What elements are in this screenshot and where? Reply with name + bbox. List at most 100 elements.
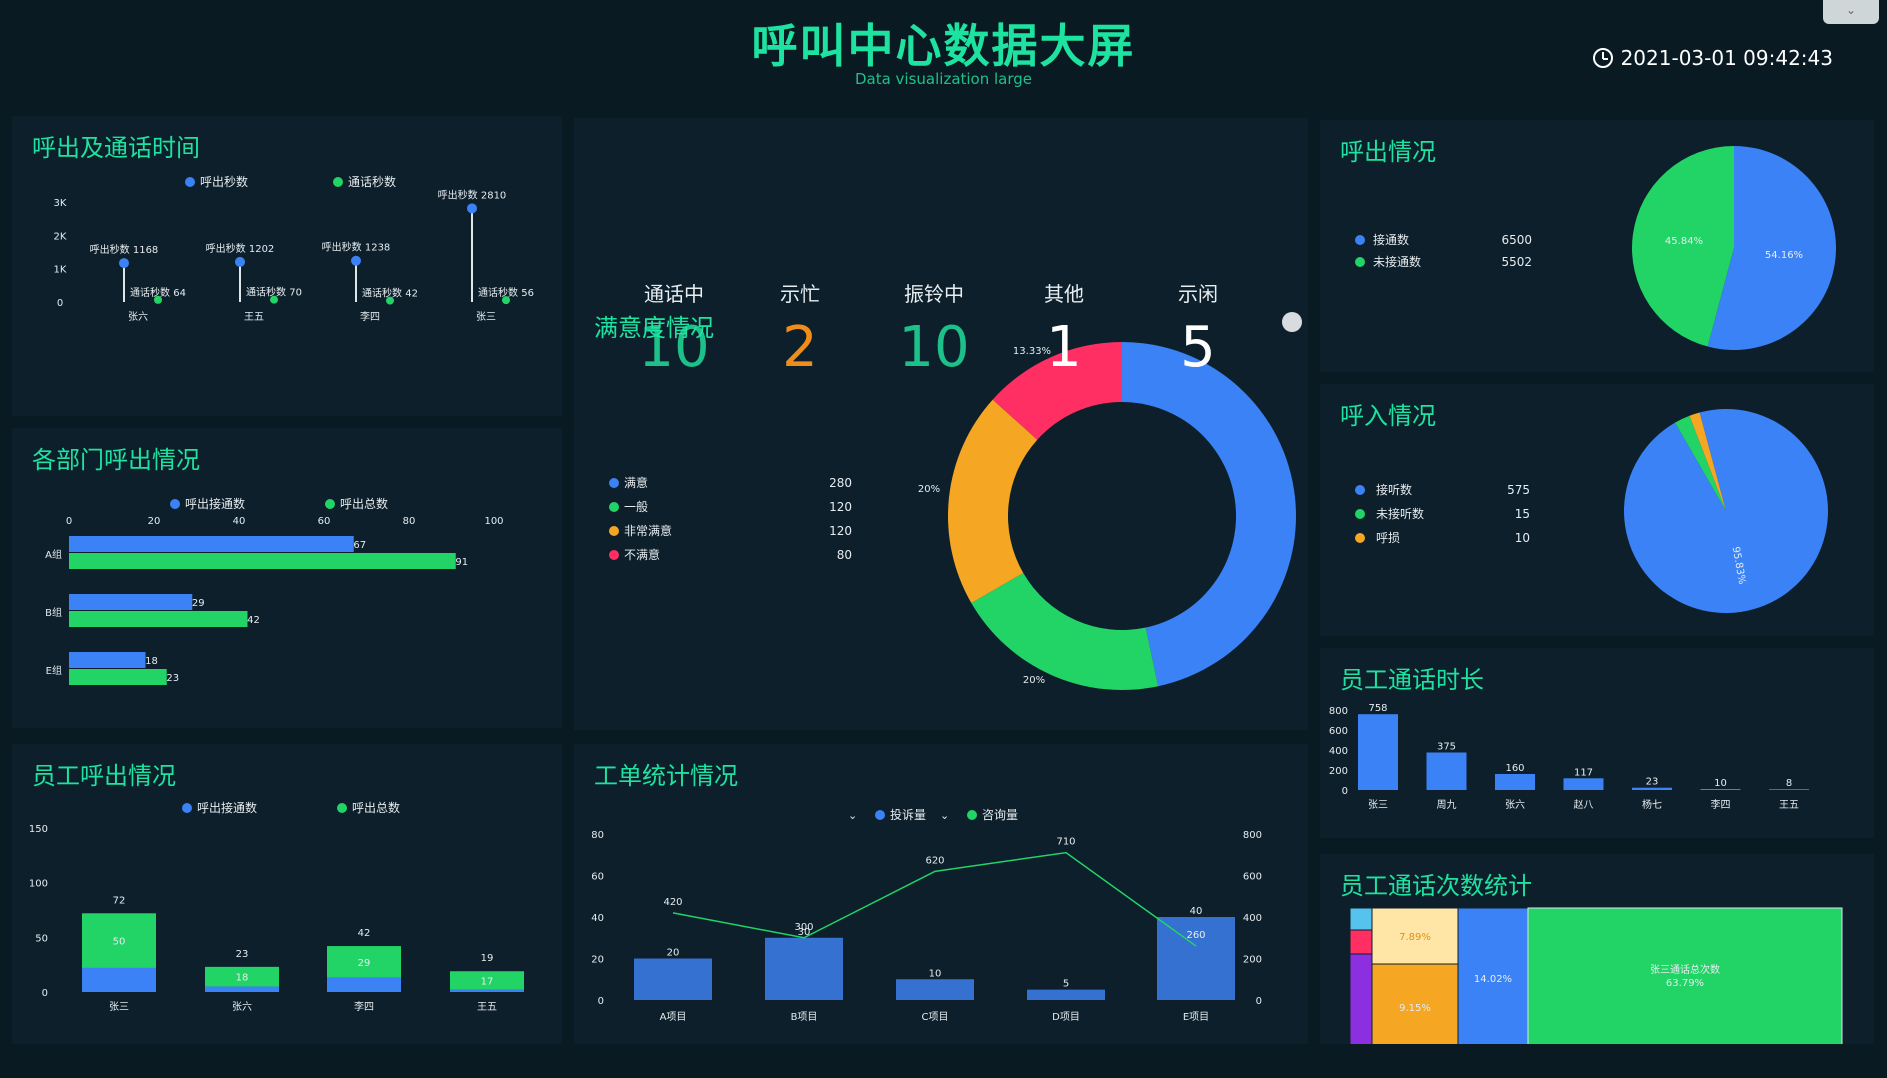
- chevron-down-icon: ⌄: [940, 809, 949, 822]
- data-label: 呼出秒数 1238: [322, 241, 391, 254]
- bar-complaints: [634, 958, 712, 1000]
- legend-label: 非常满意: [624, 523, 672, 538]
- legend-marker: [333, 177, 343, 187]
- y-tick-label: 0: [598, 996, 604, 1007]
- legend-value: 280: [829, 476, 852, 490]
- data-label: 420: [663, 897, 682, 908]
- collapse-toggle-button[interactable]: ⌄: [1823, 0, 1879, 24]
- donut-slice: [948, 399, 1038, 603]
- y-tick-label: 20: [591, 955, 604, 966]
- panel-dept: 各部门呼出情况 呼出接通数 呼出总数 0 20 40 60 80 100 67 91 A组 29 42 B…: [12, 428, 562, 728]
- treemap-label: 7.89%: [1399, 932, 1431, 943]
- treemap-cell: [1349, 929, 1373, 955]
- data-label: 呼出秒数 1168: [90, 243, 159, 256]
- data-label: 17: [481, 977, 494, 988]
- bar-connected: [205, 986, 279, 992]
- legend-value: 5502: [1501, 255, 1532, 269]
- x-tick-label: 张三: [109, 1001, 129, 1013]
- panel-tickets: 工单统计情况 ⌄ 投诉量 ⌄ 咨询量 0 20 40 60 80 0 200 400 600 800 20 A…: [574, 744, 1308, 1044]
- x-tick-label: E项目: [1183, 1011, 1209, 1023]
- toggle-knob-button[interactable]: [1282, 312, 1302, 332]
- lollipop-point: [235, 256, 245, 267]
- bar-connected: [82, 967, 156, 992]
- legend-value: 120: [829, 500, 852, 514]
- legend-label: 未接听数: [1376, 506, 1424, 521]
- y-tick-label: 50: [35, 933, 48, 944]
- legend-value: 10: [1515, 531, 1530, 545]
- x-tick-label: 20: [148, 516, 161, 527]
- panel-staff-out: 员工呼出情况 呼出接通数 呼出总数 0 50 100 150 50 72 张三 18 23 张六 29 4…: [12, 744, 562, 1044]
- legend-label: 呼出接通数: [185, 496, 245, 511]
- bar-connected: [327, 977, 401, 992]
- panel-title: 满意度情况: [594, 314, 714, 342]
- status-value: 1: [1046, 315, 1082, 380]
- total-label: 72: [113, 895, 126, 906]
- line-consult: [672, 851, 1197, 947]
- status-value: 5: [1180, 315, 1216, 380]
- data-label: 10: [929, 968, 942, 979]
- data-label: 呼出秒数 2810: [438, 188, 507, 201]
- y-tick-label: 200: [1329, 766, 1348, 777]
- y-tick-label: 2K: [54, 231, 67, 242]
- x-tick-label: C项目: [922, 1011, 949, 1023]
- donut-slice: [1122, 342, 1296, 687]
- bar-complaints: [765, 937, 843, 1000]
- panel-title: 员工呼出情况: [32, 762, 176, 790]
- bar-total: [69, 553, 456, 569]
- data-label: 通话秒数 56: [478, 286, 534, 299]
- y-tick-label: 40: [591, 913, 604, 924]
- y-tick-label: 800: [1329, 706, 1348, 717]
- data-label: 300: [794, 922, 813, 933]
- x-tick-label: 张六: [232, 1001, 252, 1013]
- legend-label: 未接通数: [1373, 254, 1421, 269]
- legend-label: 接听数: [1376, 482, 1412, 497]
- clock-icon: [1592, 48, 1613, 68]
- panel-inbound: 呼入情况 接听数 575 未接听数 15 呼损 10 95.83%: [1320, 384, 1874, 636]
- data-label: 18: [145, 656, 158, 667]
- treemap-label: 14.02%: [1474, 974, 1512, 985]
- y-tick-label: 0: [42, 988, 48, 999]
- slice-label: 45.84%: [1665, 236, 1703, 247]
- legend-value: 6500: [1501, 233, 1532, 247]
- total-label: 42: [358, 928, 371, 939]
- bar-complaints: [1027, 989, 1105, 1000]
- data-label: 呼出秒数 1202: [206, 242, 275, 255]
- data-label: 260: [1186, 930, 1205, 941]
- x-tick-label: 周九: [1437, 799, 1457, 811]
- status-card: 示闲 5: [1138, 278, 1258, 380]
- x-tick-label: 40: [233, 516, 246, 527]
- x-tick-label: A项目: [660, 1011, 687, 1023]
- legend-label: 咨询量: [982, 807, 1018, 822]
- legend-marker: [609, 502, 619, 512]
- lollipop-point: [119, 258, 129, 269]
- donut-slice: [971, 573, 1159, 690]
- legend-label: 投诉量: [890, 807, 926, 822]
- data-label: 67: [353, 540, 366, 551]
- x-tick-label: 王五: [1779, 800, 1799, 811]
- data-label: 29: [192, 598, 205, 609]
- status-value: 2: [782, 315, 818, 380]
- legend-marker: [185, 177, 195, 187]
- bar-connected: [69, 652, 146, 668]
- x-tick-label: 赵八: [1574, 798, 1594, 811]
- panel-duration: 员工通话时长 0 200 400 600 800 758 张三 375 周九 160 张六 117 赵八…: [1320, 648, 1874, 838]
- panel-status-satisfaction: 通话中 10 示忙 2 振铃中 10 其他 1 示闲 5 满意度情况 满意 280 一般 120 非常满意…: [574, 118, 1308, 730]
- data-label: 375: [1437, 742, 1456, 753]
- satisfaction-chart: 满意 280一般 120非常满意 120不满意 8020%20%13.33%: [609, 342, 1296, 690]
- data-label: 10: [1714, 778, 1727, 789]
- data-label: 5: [1063, 979, 1069, 990]
- data-label: 23: [1646, 777, 1659, 788]
- y-tick-label: E组: [46, 664, 62, 677]
- panel-outbound: 呼出情况 接通数 6500 未接通数 5502 54.16% 45.84%: [1320, 120, 1874, 372]
- x-tick-label: 60: [318, 516, 331, 527]
- status-label: 示忙: [780, 282, 820, 306]
- legend-marker: [1355, 509, 1365, 519]
- legend-value: 80: [837, 548, 852, 562]
- panel-count: 员工通话次数统计 7.89% 9.15% 14.02% 张三通话总次数 63.79%: [1320, 854, 1874, 1051]
- y-tick-label: 0: [1256, 996, 1262, 1007]
- bar: [1426, 752, 1467, 790]
- x-tick-label: 0: [66, 516, 72, 527]
- data-label: 8: [1786, 778, 1792, 789]
- data-label: 117: [1574, 767, 1593, 778]
- data-label: 50: [113, 937, 126, 948]
